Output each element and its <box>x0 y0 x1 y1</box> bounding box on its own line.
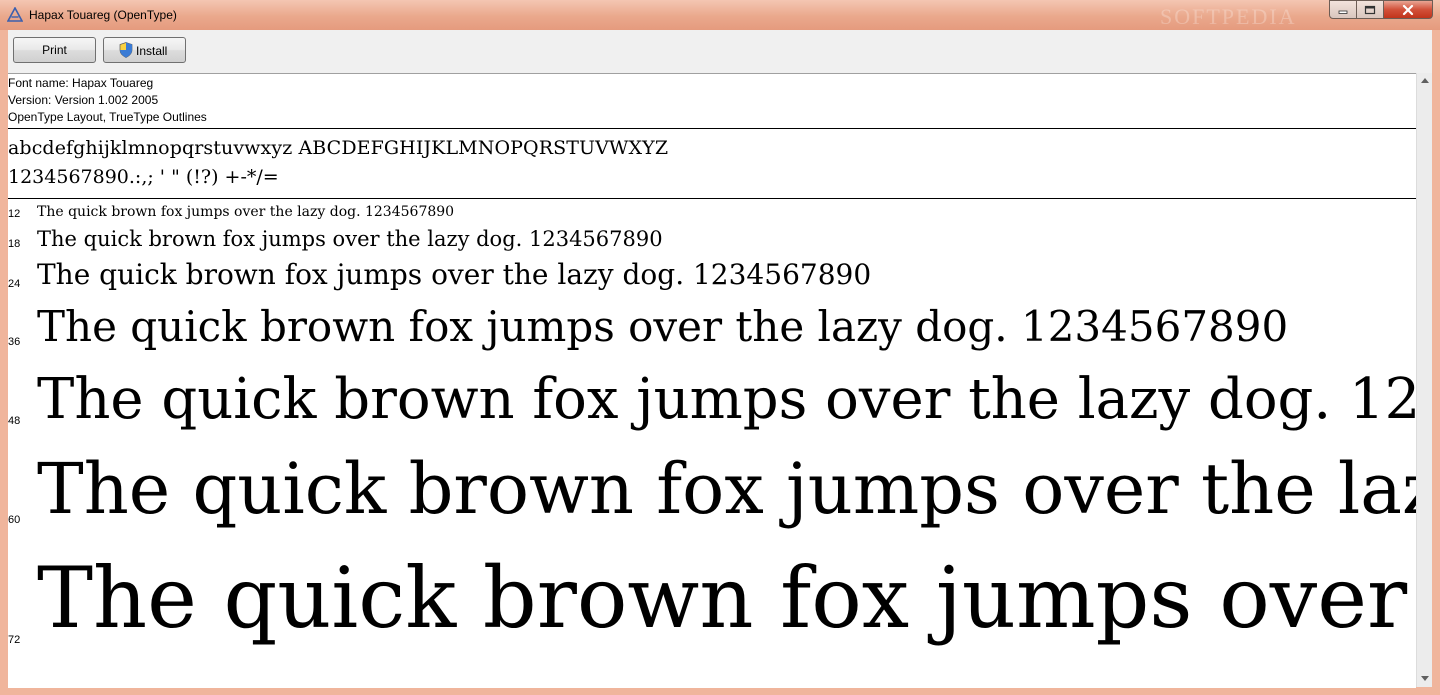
charset-digits: 1234567890.:,; ' " (!?) +-*/= <box>8 166 279 188</box>
sample-size-label: 12 <box>8 208 21 220</box>
font-type: OpenType Layout, TrueType Outlines <box>8 110 207 124</box>
sample-line: The quick brown fox jumps over the lazy … <box>37 258 872 291</box>
sample-size-label: 72 <box>8 634 21 646</box>
sample-line: The quick brown fox jumps over the lazy … <box>37 302 1289 351</box>
window-title: Hapax Touareg (OpenType) <box>29 8 177 22</box>
sample-size-label: 60 <box>8 514 21 526</box>
minimize-button[interactable] <box>1329 0 1357 19</box>
minimize-icon <box>1338 10 1348 14</box>
install-button[interactable]: Install <box>103 37 186 63</box>
font-name: Font name: Hapax Touareg <box>8 76 154 90</box>
sample-line: The quick brown fox jumps over the lazy … <box>37 227 663 251</box>
window-controls <box>1329 0 1433 20</box>
print-button[interactable]: Print <box>13 37 96 63</box>
install-button-label: Install <box>136 44 168 58</box>
divider <box>8 128 1416 129</box>
scroll-down-button[interactable] <box>1417 671 1433 687</box>
vertical-scrollbar[interactable] <box>1416 73 1432 687</box>
sample-size-label: 36 <box>8 336 21 348</box>
font-app-icon <box>7 7 23 22</box>
close-icon <box>1402 4 1414 15</box>
sample-line: The quick brown fox jumps over the lazy … <box>37 367 1416 432</box>
font-version: Version: Version 1.002 2005 <box>8 93 159 107</box>
uac-shield-icon <box>119 42 133 58</box>
sample-size-label: 18 <box>8 238 21 250</box>
print-button-label: Print <box>42 43 67 57</box>
charset-letters: abcdefghijklmnopqrstuvwxyz ABCDEFGHIJKLM… <box>8 137 669 159</box>
close-button[interactable] <box>1383 0 1433 19</box>
font-viewer-client: Print Install Font name: Hapax Touareg V… <box>8 30 1432 688</box>
softpedia-watermark: SOFTPEDIA <box>1160 4 1297 29</box>
title-bar[interactable]: Hapax Touareg (OpenType) SOFTPEDIA <box>0 0 1440 30</box>
arrow-up-icon <box>1421 78 1429 83</box>
scroll-up-button[interactable] <box>1417 73 1433 89</box>
divider <box>8 198 1416 199</box>
sample-line: The quick brown fox jumps over the lazy … <box>37 549 1416 647</box>
maximize-button[interactable] <box>1356 0 1384 19</box>
toolbar: Print Install <box>8 30 1432 73</box>
arrow-down-icon <box>1421 676 1429 681</box>
sample-line: The quick brown fox jumps over the lazy … <box>37 448 1416 530</box>
sample-size-label: 24 <box>8 278 21 290</box>
maximize-icon <box>1364 5 1376 14</box>
sample-line: The quick brown fox jumps over the lazy … <box>37 204 455 220</box>
font-preview-area: Font name: Hapax Touareg Version: Versio… <box>8 73 1416 688</box>
sample-size-label: 48 <box>8 415 21 427</box>
font-info: Font name: Hapax Touareg Version: Versio… <box>8 75 207 126</box>
